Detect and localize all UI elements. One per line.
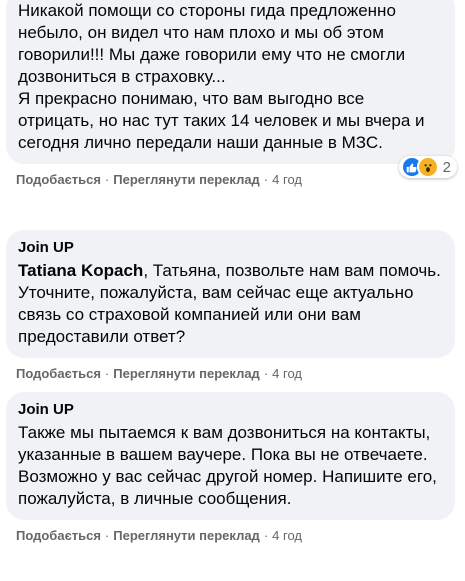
comment-bubble: Join UP Tatiana Kopach, Татьяна, позволь… — [6, 230, 455, 358]
comment-1: Никакой помощи со стороны гида предложен… — [6, 0, 457, 188]
comment-text: Tatiana Kopach, Татьяна, позвольте нам в… — [18, 260, 443, 348]
see-translation-link[interactable]: Переглянути переклад — [113, 172, 260, 187]
separator-dot: · — [263, 172, 269, 187]
comment-actions: Подобається · Переглянути переклад · 4 год — [16, 528, 455, 544]
comment-actions: Подобається · Переглянути переклад · 4 год — [16, 366, 455, 382]
wow-icon — [416, 156, 439, 178]
see-translation-link[interactable]: Переглянути переклад — [113, 528, 260, 543]
like-link[interactable]: Подобається — [16, 528, 101, 543]
comment-2: Join UP Tatiana Kopach, Татьяна, позволь… — [6, 230, 455, 382]
comment-text: Никакой помощи со стороны гида предложен… — [18, 1, 425, 152]
comment-text: Также мы пытаемся к вам дозвониться на к… — [18, 423, 437, 508]
separator-dot: · — [263, 528, 269, 543]
separator-dot: · — [104, 172, 110, 187]
mention-link[interactable]: Tatiana Kopach — [18, 261, 143, 280]
separator-dot: · — [263, 366, 269, 381]
comment-author[interactable]: Join UP — [18, 238, 443, 258]
comment-3: Join UP Также мы пытаемся к вам дозвонит… — [6, 392, 455, 544]
separator-dot: · — [104, 366, 110, 381]
timestamp[interactable]: 4 год — [272, 172, 302, 187]
reaction-summary[interactable]: 2 — [398, 156, 457, 178]
timestamp[interactable]: 4 год — [272, 366, 302, 381]
reaction-count: 2 — [442, 158, 451, 176]
comment-actions: Подобається · Переглянути переклад · 4 год — [16, 172, 455, 188]
timestamp[interactable]: 4 год — [272, 528, 302, 543]
comment-bubble: Никакой помощи со стороны гида предложен… — [6, 0, 457, 178]
comment-author[interactable]: Join UP — [18, 400, 443, 420]
comment-bubble: Join UP Также мы пытаемся к вам дозвонит… — [6, 392, 455, 520]
like-link[interactable]: Подобається — [16, 172, 101, 187]
separator-dot: · — [104, 528, 110, 543]
like-link[interactable]: Подобається — [16, 366, 101, 381]
see-translation-link[interactable]: Переглянути переклад — [113, 366, 260, 381]
